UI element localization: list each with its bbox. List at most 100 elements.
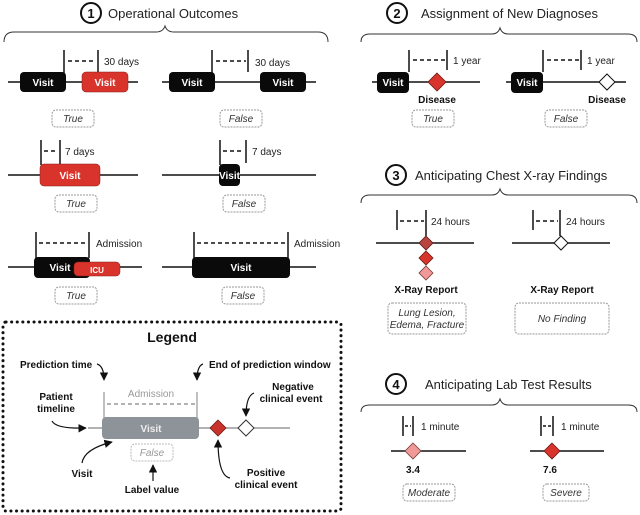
legend-prediction-time-label: Prediction time <box>20 360 93 371</box>
window-label: Admission <box>96 239 142 250</box>
section-number: 2 <box>393 6 400 21</box>
section-title: Anticipating Chest X-ray Findings <box>415 168 608 183</box>
window-label: 7 days <box>252 147 281 158</box>
lab-value-diamond <box>543 442 561 460</box>
label-value: True <box>66 291 86 302</box>
visit-box-label: Visit <box>231 263 253 274</box>
arrow-icon <box>213 439 231 479</box>
section-3-chest-xray: 3 Anticipating Chest X-ray Findings 24 h… <box>360 164 638 335</box>
section-brace <box>360 26 638 43</box>
legend-label-value-label: Label value <box>125 485 180 496</box>
visit-box-label: Visit <box>383 78 405 89</box>
section-title: Operational Outcomes <box>108 6 239 21</box>
finding-diamond-dark <box>418 235 434 251</box>
arrow-icon <box>81 439 113 464</box>
visit-box-label: Visit <box>60 171 82 182</box>
section-number: 1 <box>87 6 94 21</box>
visit-box-label: Visit <box>33 78 55 89</box>
label-value-line2: Edema, Fracture <box>390 320 465 331</box>
legend-positive-event-label: clinical event <box>235 480 298 491</box>
label-value-line1: Lung Lesion, <box>398 308 455 319</box>
label-value: False <box>232 199 257 210</box>
section-brace <box>3 24 329 43</box>
example-1year-true: 1 year Visit Disease True <box>372 50 481 128</box>
label-value: Moderate <box>408 488 451 499</box>
label-value: True <box>66 199 86 210</box>
window-label: 1 minute <box>561 422 600 433</box>
legend-label-value: False <box>140 448 165 459</box>
legend-negative-diamond <box>237 419 255 437</box>
window-label: 30 days <box>104 57 139 68</box>
section-title: Assignment of New Diagnoses <box>421 6 599 21</box>
legend: Legend Admission Visit False Prediction … <box>1 320 343 513</box>
window-label: 24 hours <box>566 217 605 228</box>
section-title: Anticipating Lab Test Results <box>425 377 592 392</box>
example-admission-true: Admission Visit ICU True <box>8 232 142 305</box>
lab-value-diamond <box>404 442 422 460</box>
label-value: False <box>554 114 579 125</box>
event-label: X-Ray Report <box>394 285 458 296</box>
window-label: Admission <box>294 239 340 250</box>
legend-title: Legend <box>147 329 197 345</box>
arrow-icon <box>96 363 109 381</box>
arrow-icon <box>192 363 204 381</box>
section-brace <box>360 187 638 204</box>
legend-positive-diamond <box>209 419 227 437</box>
finding-diamond-red <box>418 250 434 266</box>
window-label: 1 year <box>453 56 481 67</box>
lab-value: 3.4 <box>406 465 420 476</box>
example-7days-true: 7 days Visit True <box>8 140 138 213</box>
finding-diamond-light <box>418 265 434 281</box>
visit-box-label: Visit <box>182 78 204 89</box>
arrow-icon <box>241 392 255 417</box>
label-value: False <box>231 291 256 302</box>
window-label: 30 days <box>255 58 290 69</box>
legend-window-label: Admission <box>128 389 174 400</box>
diagram-canvas: 1 Operational Outcomes 30 days Visit Vis… <box>1 2 638 513</box>
negative-event-diamond <box>553 235 569 251</box>
section-2-new-diagnoses: 2 Assignment of New Diagnoses 1 year Vis… <box>360 2 638 128</box>
example-1year-false: 1 year Visit Disease False <box>506 50 626 128</box>
legend-positive-event-label: Positive <box>247 468 286 479</box>
window-label: 24 hours <box>431 217 470 228</box>
legend-negative-event-label: Negative <box>272 382 314 393</box>
legend-negative-event-label: clinical event <box>260 394 323 405</box>
example-7days-false: 7 days Visit False <box>162 140 316 213</box>
legend-visit-box-label: Visit <box>141 424 163 435</box>
example-30days-false: 30 days Visit Visit False <box>162 50 316 128</box>
arrow-icon <box>51 420 87 433</box>
legend-end-window-label: End of prediction window <box>209 360 331 371</box>
visit-box-label: Visit <box>219 171 241 182</box>
window-label: 7 days <box>65 147 94 158</box>
example-lab-severe: 1 minute 7.6 Severe <box>530 416 604 502</box>
event-label: Disease <box>588 95 626 106</box>
example-30days-true: 30 days Visit Visit True <box>8 50 139 128</box>
icu-box-label: ICU <box>90 266 104 275</box>
example-xray-positive: 24 hours X-Ray Report Lung Lesion, Edema… <box>376 210 474 335</box>
example-admission-false: Admission Visit False <box>162 232 340 305</box>
event-label: X-Ray Report <box>530 285 594 296</box>
lab-value: 7.6 <box>543 465 557 476</box>
window-label: 1 minute <box>421 422 460 433</box>
section-number: 4 <box>392 377 400 392</box>
section-number: 3 <box>392 168 399 183</box>
label-value: Severe <box>550 488 582 499</box>
section-1-operational-outcomes: 1 Operational Outcomes 30 days Visit Vis… <box>3 2 340 305</box>
negative-event-diamond <box>598 73 616 91</box>
visit-box-label: Visit <box>273 78 295 89</box>
example-xray-negative: 24 hours X-Ray Report No Finding <box>512 210 610 335</box>
positive-event-diamond <box>427 72 447 92</box>
legend-patient-timeline-label: timeline <box>37 404 75 415</box>
visit-box-label: Visit <box>517 78 539 89</box>
section-4-lab-tests: 4 Anticipating Lab Test Results 1 minute… <box>360 373 638 502</box>
event-label: Disease <box>418 95 456 106</box>
visit-box-label: Visit <box>95 78 117 89</box>
label-value: True <box>423 114 443 125</box>
window-label: 1 year <box>587 56 615 67</box>
legend-visit-label: Visit <box>72 469 94 480</box>
example-lab-moderate: 1 minute 3.4 Moderate <box>391 416 466 502</box>
section-brace <box>360 397 638 413</box>
label-value: No Finding <box>538 314 587 325</box>
label-value: False <box>229 114 254 125</box>
legend-patient-timeline-label: Patient <box>39 392 73 403</box>
